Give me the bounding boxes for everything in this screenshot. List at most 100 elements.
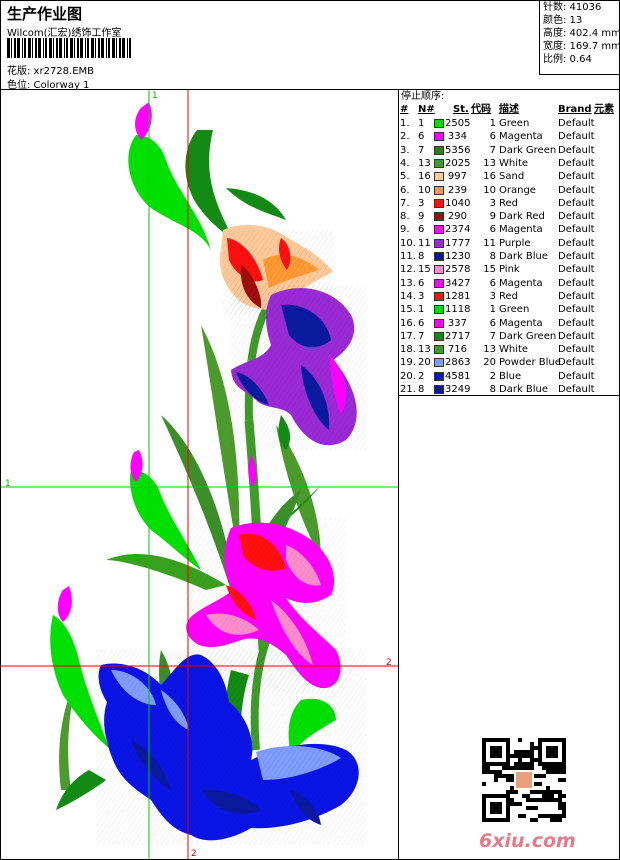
- row-brand: Default: [558, 264, 595, 276]
- row-needle: 20: [418, 357, 431, 369]
- row-needle: 9: [418, 211, 425, 223]
- watermark: 6xiu.com: [479, 830, 576, 852]
- row-description: Magenta: [499, 277, 543, 289]
- table-row: 10. 11 1777 11 Purple Default: [399, 237, 619, 250]
- table-row: 1. 1 2505 1 Green Default: [399, 117, 619, 130]
- row-index: 7.: [400, 197, 410, 209]
- row-description: Dark Green: [499, 144, 557, 156]
- row-code: 13: [483, 157, 496, 169]
- sequence-header-row: # N# St. 代码 描述 Brand 元素: [399, 103, 619, 116]
- table-row: 21. 8 3249 8 Dark Blue Default: [399, 383, 619, 396]
- row-needle: 1: [418, 304, 425, 316]
- row-description: White: [499, 157, 529, 169]
- table-row: 14. 3 1281 3 Red Default: [399, 290, 619, 303]
- row-code: 8: [489, 251, 496, 262]
- guide-label-2-bottom: 2: [191, 849, 197, 859]
- row-stitches: 239: [447, 184, 467, 196]
- row-index: 19.: [400, 357, 416, 369]
- row-index: 21.: [400, 384, 416, 395]
- row-stitches: 2374: [445, 224, 471, 236]
- row-description: Dark Blue: [499, 384, 549, 395]
- table-row: 13. 6 3427 6 Magenta Default: [399, 277, 619, 290]
- row-stitches: 1118: [445, 304, 471, 316]
- row-stitches: 3427: [445, 277, 471, 289]
- row-code: 6: [489, 131, 496, 143]
- row-needle: 6: [418, 277, 425, 289]
- row-description: Dark Blue: [499, 251, 549, 262]
- header-element: 元素: [594, 104, 614, 115]
- row-code: 1: [489, 304, 496, 316]
- row-index: 17.: [400, 330, 416, 342]
- row-index: 15.: [400, 304, 416, 316]
- table-row: 20. 2 4581 2 Blue Default: [399, 370, 619, 383]
- color-swatch: [434, 132, 444, 142]
- row-brand: Default: [558, 237, 595, 249]
- row-stitches: 2863: [445, 357, 471, 369]
- color-count: 颜色: 13: [543, 15, 583, 26]
- row-needle: 3: [418, 197, 425, 209]
- barcode-icon: [7, 38, 131, 58]
- row-code: 13: [483, 344, 496, 356]
- design-height: 高度: 402.4 mm: [543, 28, 620, 39]
- color-swatch: [434, 252, 444, 261]
- row-brand: Default: [558, 184, 595, 196]
- table-row: 9. 6 2374 6 Magenta Default: [399, 223, 619, 236]
- row-stitches: 3249: [445, 384, 471, 395]
- row-needle: 13: [418, 157, 431, 169]
- header-description: 描述: [499, 104, 519, 115]
- row-needle: 3: [418, 290, 425, 302]
- row-needle: 16: [418, 171, 431, 183]
- row-stitches: 4581: [445, 370, 471, 382]
- row-brand: Default: [558, 144, 595, 156]
- row-description: Magenta: [499, 224, 543, 236]
- row-needle: 2: [418, 370, 425, 382]
- table-row: 7. 3 1040 3 Red Default: [399, 197, 619, 210]
- row-index: 8.: [400, 211, 410, 223]
- header-index: #: [400, 104, 409, 115]
- table-row: 17. 7 2717 7 Dark Green Default: [399, 330, 619, 343]
- row-stitches: 290: [447, 211, 467, 223]
- table-row: 15. 1 1118 1 Green Default: [399, 303, 619, 316]
- row-stitches: 1230: [445, 251, 471, 262]
- row-brand: Default: [558, 171, 595, 183]
- row-description: Dark Green: [499, 330, 557, 342]
- row-code: 7: [489, 330, 496, 342]
- row-index: 4.: [400, 157, 410, 169]
- row-brand: Default: [558, 211, 595, 223]
- guide-label-1-left: 1: [5, 479, 11, 489]
- row-code: 2: [489, 370, 496, 382]
- iris-embroidery-illustration: 1 1 2 2: [1, 90, 398, 859]
- row-description: Red: [499, 197, 518, 209]
- row-code: 6: [489, 224, 496, 236]
- row-description: Red: [499, 290, 518, 302]
- color-swatch: [434, 119, 444, 128]
- row-stitches: 1040: [445, 197, 471, 209]
- table-row: 19. 20 2863 20 Powder Blue Default: [399, 356, 619, 369]
- row-code: 7: [489, 144, 496, 156]
- row-index: 10.: [400, 237, 416, 249]
- color-swatch: [434, 278, 444, 288]
- header-brand: Brand: [558, 104, 592, 115]
- row-description: Magenta: [499, 131, 543, 143]
- row-code: 10: [483, 184, 496, 196]
- row-stitches: 1281: [445, 290, 471, 302]
- row-needle: 6: [418, 224, 425, 236]
- page-title: 生产作业图: [7, 5, 83, 23]
- row-needle: 8: [418, 251, 425, 262]
- table-row: 6. 10 239 10 Orange Default: [399, 184, 619, 197]
- color-swatch: [434, 345, 444, 355]
- color-swatch: [434, 358, 444, 368]
- row-needle: 13: [418, 344, 431, 356]
- row-brand: Default: [558, 157, 595, 169]
- row-brand: Default: [558, 251, 595, 262]
- row-stitches: 1777: [445, 237, 471, 249]
- row-brand: Default: [558, 224, 595, 236]
- stats-panel: 针数: 41036 颜色: 13 高度: 402.4 mm 宽度: 169.7 …: [539, 1, 620, 75]
- row-index: 14.: [400, 290, 416, 302]
- row-brand: Default: [558, 118, 595, 129]
- row-description: Purple: [499, 237, 531, 249]
- row-code: 6: [489, 317, 496, 329]
- color-swatch: [434, 318, 444, 328]
- row-stitches: 337: [447, 317, 467, 329]
- color-swatch: [434, 185, 444, 195]
